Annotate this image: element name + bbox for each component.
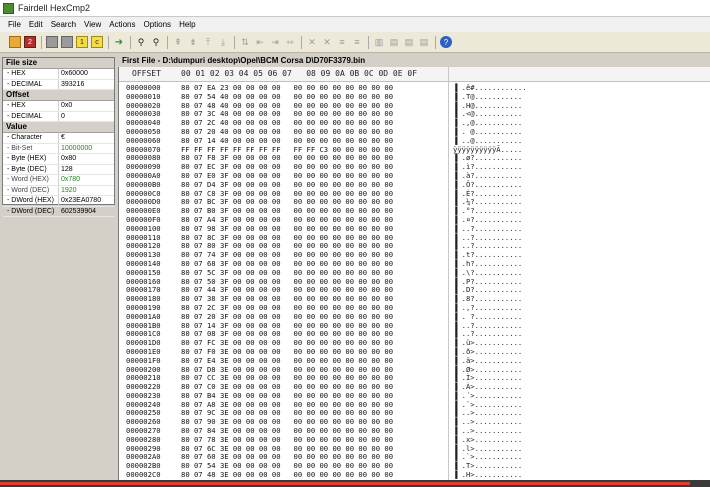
toolbar-separator [435,35,436,49]
panel-icon[interactable]: ▥ [373,36,385,48]
column-header: OFFSET 00 01 02 03 04 05 06 07 08 09 0A … [119,67,710,82]
property-name: - HEX [3,69,59,79]
property-row[interactable]: - Character € [3,133,114,144]
diff-next-icon[interactable]: ⇟ [187,36,199,48]
open-folder-icon[interactable] [9,36,21,48]
settings-icon[interactable]: ▤ [418,36,430,48]
property-name: - HEX [3,101,59,111]
menu-edit[interactable]: Edit [29,20,43,29]
property-row[interactable]: - Byte (DEC) 128 [3,164,114,175]
property-row[interactable]: - Word (HEX) 0x780 [3,175,114,186]
property-row[interactable]: - DECIMAL 0 [3,111,114,122]
binoculars-icon[interactable]: ⚲ [135,36,147,48]
compare-two-icon[interactable]: 2 [24,36,36,48]
menu-help[interactable]: Help [179,20,195,29]
property-row[interactable]: - HEX 0x60000 [3,69,114,80]
hex-view[interactable]: OFFSET 00 01 02 03 04 05 06 07 08 09 0A … [118,67,710,487]
menu-view[interactable]: View [84,20,101,29]
section-file-size: File size [3,58,114,69]
gray-square-icon[interactable] [46,36,58,48]
merge-icon[interactable]: ⇿ [284,36,296,48]
toolbar-separator [301,35,302,49]
property-name: - DECIMAL [3,79,59,89]
property-value: 10000000 [61,144,93,152]
row-offset: 000002C0 [126,470,161,480]
copy-right-icon[interactable]: ⇥ [269,36,281,48]
paste-icon[interactable]: ✕ [321,36,333,48]
toolbar-separator [130,35,131,49]
property-value: 602539904 [61,207,97,215]
sync-icon[interactable]: ⇅ [239,36,251,48]
diff-prev-icon[interactable]: ⇞ [172,36,184,48]
video-progress-bar [0,480,710,487]
toolbar-separator [167,35,168,49]
help-icon[interactable]: ? [440,36,452,48]
property-row[interactable]: - Word (DEC) 1920 [3,185,114,196]
property-value: 1920 [61,186,77,194]
report-icon[interactable]: ▤ [388,36,400,48]
property-row[interactable]: - HEX 0x0 [3,101,114,112]
property-name: - Bit-Set [3,143,59,153]
property-name: - Word (HEX) [3,175,59,185]
menu-file[interactable]: File [8,20,21,29]
second-file-icon[interactable]: c [91,36,103,48]
menu-bar: File Edit Search View Actions Options Help [0,17,710,32]
property-value: 0x0 [61,102,73,109]
toolbar: 2 1 c ➜ ⚲ ⚲ ⇞ ⇟ ⤒ ⤓ ⇅ ⇤ ⇥ ⇿ ✕ ✕ ≡ ≡ ▥ ▤ ▤ ▤? [0,32,710,53]
diff-last-icon[interactable]: ⤓ [217,36,229,48]
window-title: Fairdell HexCmp2 [18,3,91,13]
toolbar-separator [368,35,369,49]
find-next-icon[interactable]: ⚲ [150,36,162,48]
property-value: 0x60000 [61,70,88,77]
property-value: 0x80 [61,155,77,162]
hex-rows: 00000000 80 07 EA 23 00 00 00 00 00 00 00… [119,83,710,480]
byte-column-labels: 00 01 02 03 04 05 06 07 08 09 0A 0B 0C 0… [181,69,418,78]
row-bytes: 80 07 48 3E 00 00 00 00 00 00 00 00 00 0… [181,470,394,480]
gray-square-icon-2[interactable] [61,36,73,48]
property-value: 128 [61,165,73,173]
green-arrow-icon[interactable]: ➜ [113,36,125,48]
offset-column-label: OFFSET [132,69,161,78]
property-value: € [61,134,65,141]
row-ascii: ▐ .H>........... [453,470,523,480]
toolbar-separator [234,35,235,49]
section-value: Value [3,122,114,133]
video-progress-fill [0,482,690,485]
align-icon[interactable]: ≡ [336,36,348,48]
property-row[interactable]: - DECIMAL 393216 [3,79,114,90]
cut-icon[interactable]: ✕ [306,36,318,48]
toolbar-separator [108,35,109,49]
property-name: - DWord (DEC) [3,206,59,216]
section-offset: Offset [3,90,114,101]
app-icon [3,2,14,14]
property-row[interactable]: - Bit-Set 10000000 [3,143,114,154]
property-name: - Word (DEC) [3,185,59,195]
property-name: - Byte (HEX) [3,154,59,164]
menu-options[interactable]: Options [143,20,171,29]
property-name: - Byte (DEC) [3,164,59,174]
property-value: 0 [61,112,65,120]
toolbar-separator [41,35,42,49]
hex-row[interactable]: 000002C0 80 07 48 3E 00 00 00 00 00 00 00… [119,470,710,480]
property-value: 393216 [61,80,85,88]
property-row[interactable]: - Byte (HEX) 0x80 [3,154,114,165]
options-icon[interactable]: ▤ [403,36,415,48]
file-header: First File - D:\dumpuri desktop\Opel\BCM… [118,55,710,67]
menu-actions[interactable]: Actions [109,20,135,29]
property-value: 0x780 [61,176,81,183]
menu-search[interactable]: Search [51,20,76,29]
diff-first-icon[interactable]: ⤒ [202,36,214,48]
info-panel: File size - HEX 0x60000- DECIMAL 393216 Offs… [2,57,115,217]
property-name: - DECIMAL [3,111,59,121]
property-row[interactable]: - DWord (HEX) 0x23EA0780 [3,196,114,207]
copy-left-icon[interactable]: ⇤ [254,36,266,48]
one-file-icon[interactable]: 1 [76,36,88,48]
property-name: - DWord (HEX) [3,196,59,206]
property-value: 0x23EA0780 [61,197,102,204]
title-bar: Fairdell HexCmp2 [0,0,710,17]
property-name: - Character [3,133,59,143]
list-icon[interactable]: ≡ [351,36,363,48]
property-row[interactable]: - DWord (DEC) 602539904 [3,206,114,217]
